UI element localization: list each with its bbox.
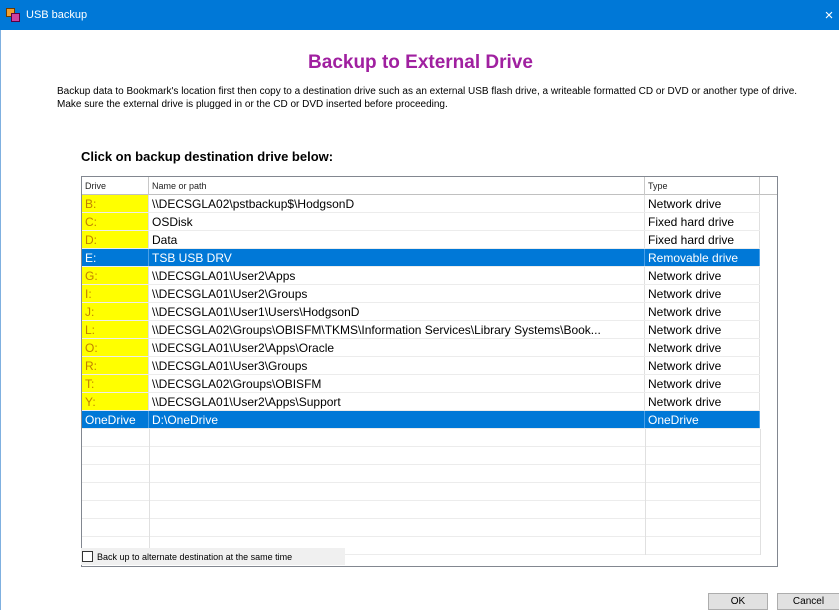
table-row[interactable]: L: \\DECSGLA02\Groups\OBISFM\TKMS\Informa… xyxy=(82,321,760,339)
drive-letter-cell: T: xyxy=(82,375,149,392)
drive-letter-cell: G: xyxy=(82,267,149,284)
drive-path-cell: \\DECSGLA02\Groups\OBISFM\TKMS\Informati… xyxy=(149,321,645,338)
drive-type-cell: Network drive xyxy=(645,393,760,410)
drive-letter-cell: Y: xyxy=(82,393,149,410)
window-title: USB backup xyxy=(26,9,88,21)
drive-path-cell: D:\OneDrive xyxy=(149,411,645,428)
drive-path-cell: \\DECSGLA02\pstbackup$\HodgsonD xyxy=(149,195,645,212)
drive-letter-cell: L: xyxy=(82,321,149,338)
drive-list[interactable]: Drive Name or path Type B: \\DECSGLA02\ps… xyxy=(81,176,778,567)
dialog-body: Backup to External Drive Backup data to … xyxy=(0,30,839,610)
drive-letter-cell: O: xyxy=(82,339,149,356)
table-row[interactable]: E: TSB USB DRV Removable drive xyxy=(82,249,760,267)
table-row[interactable]: Y: \\DECSGLA01\User2\Apps\Support Network … xyxy=(82,393,760,411)
drive-type-cell: Network drive xyxy=(645,375,760,392)
drive-path-cell: \\DECSGLA02\Groups\OBISFM xyxy=(149,375,645,392)
alternate-destination-checkbox[interactable] xyxy=(82,551,93,562)
table-row[interactable]: I: \\DECSGLA01\User2\Groups Network drive xyxy=(82,285,760,303)
ok-button[interactable]: OK xyxy=(708,593,768,610)
alternate-destination-label: Back up to alternate destination at the … xyxy=(97,551,293,562)
table-row[interactable]: J: \\DECSGLA01\User1\Users\HodgsonD Networ… xyxy=(82,303,760,321)
table-row[interactable]: OneDrive D:\OneDrive OneDrive xyxy=(82,411,760,429)
column-header-name[interactable]: Name or path xyxy=(149,177,645,195)
drive-letter-cell: D: xyxy=(82,231,149,248)
drive-path-cell: \\DECSGLA01\User2\Apps xyxy=(149,267,645,284)
drive-path-cell: \\DECSGLA01\User3\Groups xyxy=(149,357,645,374)
drive-letter-cell: J: xyxy=(82,303,149,320)
drive-type-cell: Network drive xyxy=(645,357,760,374)
drive-type-cell: Network drive xyxy=(645,285,760,302)
table-row[interactable]: R: \\DECSGLA01\User3\Groups Network drive xyxy=(82,357,760,375)
drive-path-cell: TSB USB DRV xyxy=(149,249,645,266)
drive-path-cell: \\DECSGLA01\User2\Apps\Support xyxy=(149,393,645,410)
drive-type-cell: Fixed hard drive xyxy=(645,231,760,248)
empty-list-area xyxy=(82,429,761,555)
table-row[interactable]: T: \\DECSGLA02\Groups\OBISFM Network drive xyxy=(82,375,760,393)
title-bar: USB backup × xyxy=(0,0,839,30)
drive-list-header: Drive Name or path Type xyxy=(82,177,777,195)
drive-letter-cell: B: xyxy=(82,195,149,212)
instruction-heading: Click on backup destination drive below: xyxy=(81,149,334,164)
cancel-button[interactable]: Cancel xyxy=(777,593,839,610)
drive-type-cell: Network drive xyxy=(645,195,760,212)
drive-path-cell: \\DECSGLA01\User2\Groups xyxy=(149,285,645,302)
drive-letter-cell: I: xyxy=(82,285,149,302)
description-text: Backup data to Bookmark's location first… xyxy=(57,86,798,110)
alternate-destination-option[interactable]: Back up to alternate destination at the … xyxy=(81,548,345,565)
table-row[interactable]: C: OSDisk Fixed hard drive xyxy=(82,213,760,231)
page-title: Backup to External Drive xyxy=(308,52,533,73)
drive-letter-cell: OneDrive xyxy=(82,411,149,428)
table-row[interactable]: D: Data Fixed hard drive xyxy=(82,231,760,249)
close-icon[interactable]: × xyxy=(819,0,839,30)
drive-path-cell: OSDisk xyxy=(149,213,645,230)
drive-path-cell: \\DECSGLA01\User2\Apps\Oracle xyxy=(149,339,645,356)
app-icon xyxy=(6,8,20,22)
drive-type-cell: Network drive xyxy=(645,321,760,338)
drive-type-cell: Network drive xyxy=(645,303,760,320)
drive-type-cell: Network drive xyxy=(645,339,760,356)
column-header-type[interactable]: Type xyxy=(645,177,760,195)
column-header-drive[interactable]: Drive xyxy=(82,177,149,195)
drive-letter-cell: E: xyxy=(82,249,149,266)
drive-type-cell: Network drive xyxy=(645,267,760,284)
table-row[interactable]: G: \\DECSGLA01\User2\Apps Network drive xyxy=(82,267,760,285)
table-row[interactable]: O: \\DECSGLA01\User2\Apps\Oracle Network d… xyxy=(82,339,760,357)
drive-type-cell: OneDrive xyxy=(645,411,760,428)
drive-letter-cell: R: xyxy=(82,357,149,374)
drive-letter-cell: C: xyxy=(82,213,149,230)
drive-path-cell: Data xyxy=(149,231,645,248)
drive-rows: B: \\DECSGLA02\pstbackup$\HodgsonD Network… xyxy=(82,195,777,555)
drive-type-cell: Fixed hard drive xyxy=(645,213,760,230)
drive-path-cell: \\DECSGLA01\User1\Users\HodgsonD xyxy=(149,303,645,320)
drive-type-cell: Removable drive xyxy=(645,249,760,266)
table-row[interactable]: B: \\DECSGLA02\pstbackup$\HodgsonD Network… xyxy=(82,195,760,213)
